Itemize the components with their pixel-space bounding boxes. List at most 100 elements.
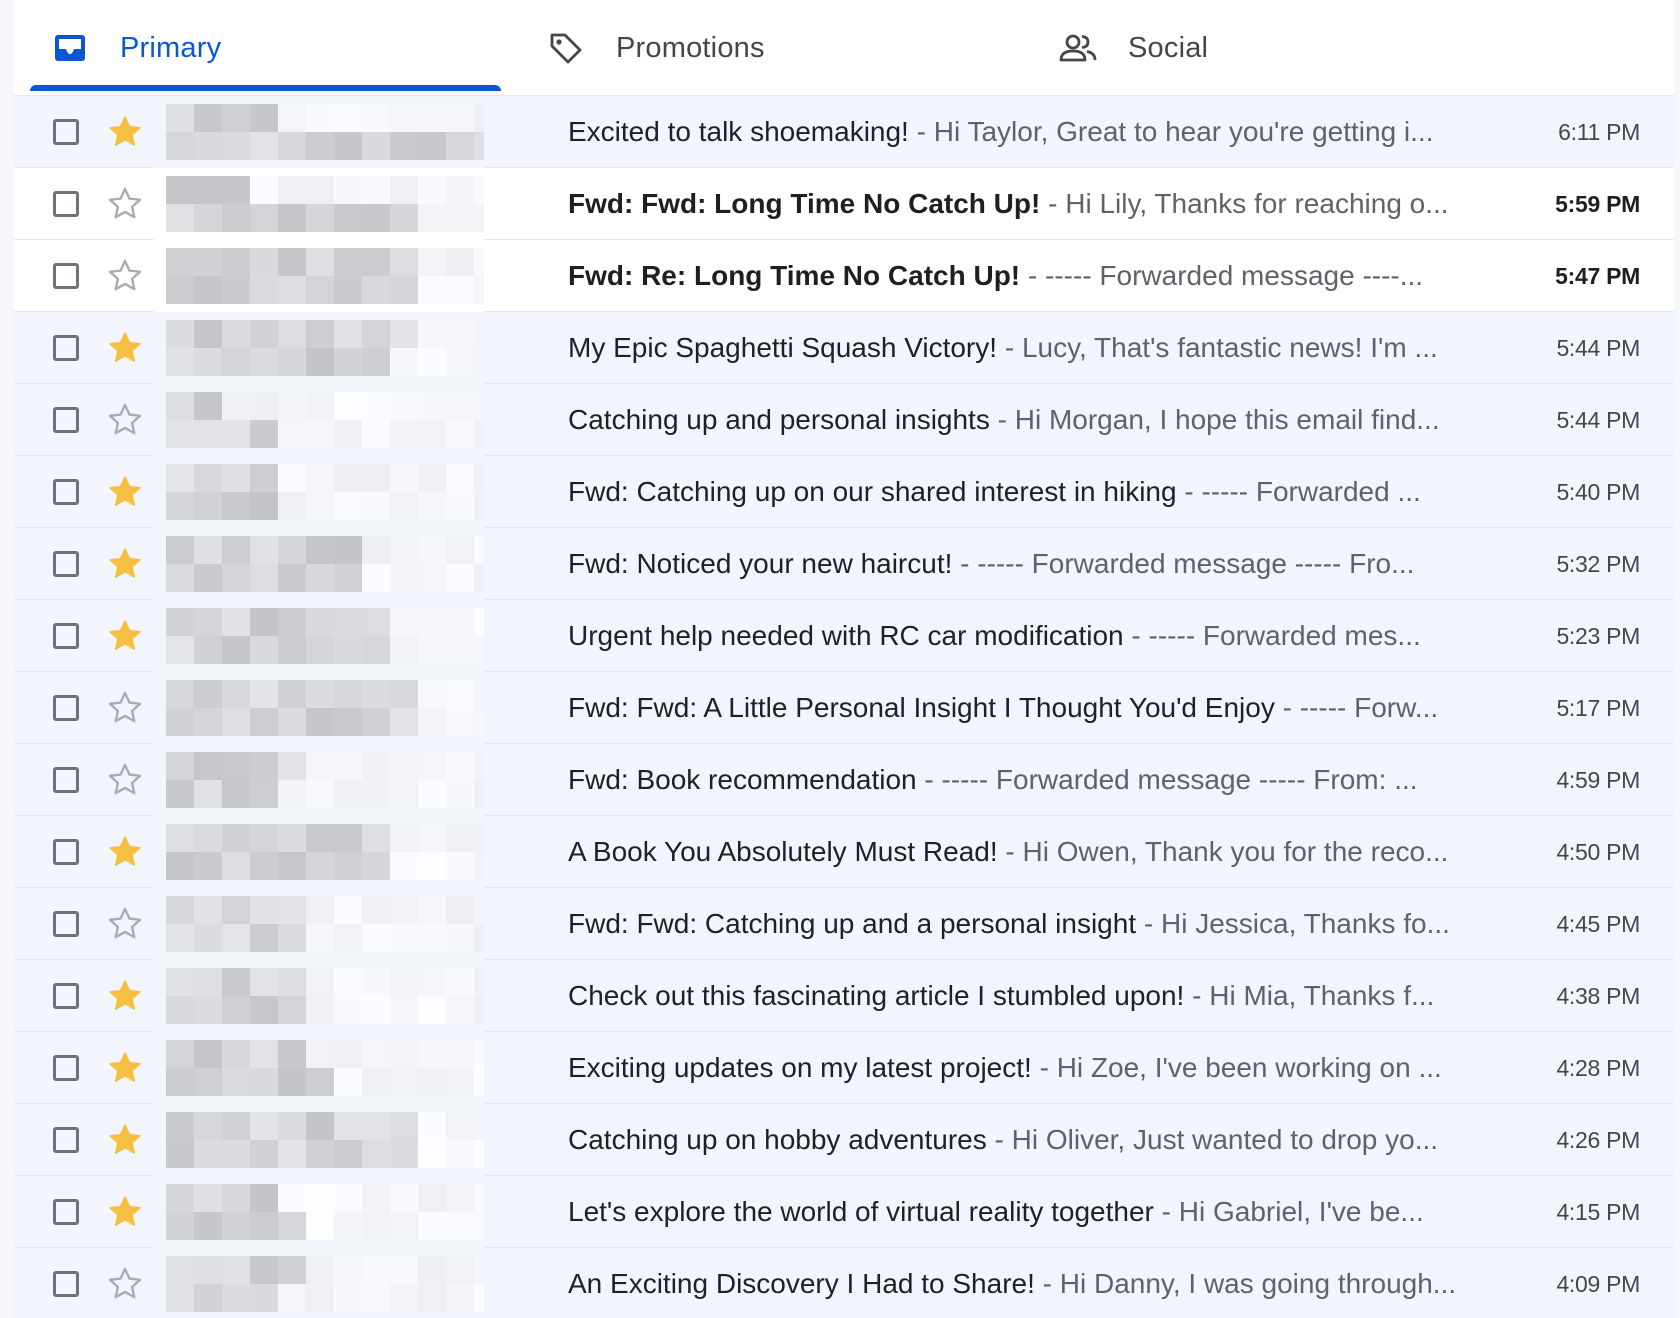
redaction-pixel <box>306 708 334 736</box>
email-row[interactable]: My Epic Spaghetti Squash Victory! - Lucy… <box>14 312 1674 384</box>
redaction-pixel <box>222 104 250 132</box>
email-row[interactable]: Catching up on hobby adventures - Hi Oli… <box>14 1104 1674 1176</box>
redaction-pixel <box>362 1256 390 1284</box>
redaction-pixel <box>362 636 390 664</box>
redaction-pixel <box>390 852 418 880</box>
email-row[interactable]: Check out this fascinating article I stu… <box>14 960 1674 1032</box>
redaction-pixel <box>362 824 390 852</box>
select-checkbox[interactable] <box>53 767 79 793</box>
redaction-pixel <box>334 924 362 952</box>
star-filled-icon[interactable] <box>107 1122 143 1158</box>
redaction-pixel <box>250 348 278 376</box>
redaction-pixel <box>306 204 334 232</box>
redaction-pixel <box>418 608 446 636</box>
redaction-pixel <box>222 276 250 304</box>
star-filled-icon[interactable] <box>107 546 143 582</box>
select-checkbox[interactable] <box>53 1127 79 1153</box>
email-subject: Fwd: Re: Long Time No Catch Up! <box>568 260 1021 291</box>
redaction-pixel <box>194 752 222 780</box>
redaction-pixel <box>194 824 222 852</box>
subject-separator: - <box>1274 692 1300 723</box>
email-row[interactable]: Fwd: Re: Long Time No Catch Up! - ----- … <box>14 240 1674 312</box>
email-row[interactable]: Fwd: Noticed your new haircut! - ----- F… <box>14 528 1674 600</box>
redaction-pixel <box>418 320 446 348</box>
email-row[interactable]: Fwd: Fwd: A Little Personal Insight I Th… <box>14 672 1674 744</box>
select-checkbox[interactable] <box>53 1055 79 1081</box>
star-filled-icon[interactable] <box>107 114 143 150</box>
star-filled-icon[interactable] <box>107 330 143 366</box>
star-filled-icon[interactable] <box>107 618 143 654</box>
star-outline-icon[interactable] <box>107 690 143 726</box>
select-checkbox[interactable] <box>53 911 79 937</box>
star-outline-icon[interactable] <box>107 186 143 222</box>
star-outline-icon[interactable] <box>107 258 143 294</box>
redaction-pixel <box>222 132 250 160</box>
select-checkbox[interactable] <box>53 479 79 505</box>
redaction-pixel <box>194 276 222 304</box>
subject-snippet: My Epic Spaghetti Squash Victory! - Lucy… <box>568 312 1478 384</box>
select-checkbox[interactable] <box>53 695 79 721</box>
email-row[interactable]: Urgent help needed with RC car modificat… <box>14 600 1674 672</box>
email-time: 5:59 PM <box>1555 191 1640 217</box>
redaction-pixel <box>474 752 484 780</box>
subject-separator: - <box>997 332 1022 363</box>
email-time: 4:50 PM <box>1556 839 1640 865</box>
star-outline-icon[interactable] <box>107 906 143 942</box>
email-row[interactable]: Exciting updates on my latest project! -… <box>14 1032 1674 1104</box>
email-subject: Exciting updates on my latest project! <box>568 1052 1032 1083</box>
redaction-pixel <box>278 780 306 808</box>
select-checkbox[interactable] <box>53 335 79 361</box>
star-filled-icon[interactable] <box>107 1050 143 1086</box>
redaction-pixel <box>278 708 306 736</box>
redaction-pixel <box>278 320 306 348</box>
redaction-pixel <box>222 1212 250 1240</box>
email-snippet: Hi Taylor, Great to hear you're getting … <box>933 116 1434 147</box>
redaction-pixel <box>334 104 362 132</box>
email-row[interactable]: An Exciting Discovery I Had to Share! - … <box>14 1248 1674 1318</box>
select-checkbox[interactable] <box>53 983 79 1009</box>
redaction-pixel <box>166 1284 194 1312</box>
email-row[interactable]: Fwd: Fwd: Long Time No Catch Up! - Hi Li… <box>14 168 1674 240</box>
redaction-pixel <box>278 1184 306 1212</box>
redaction-pixel <box>362 924 390 952</box>
email-row[interactable]: Fwd: Fwd: Catching up and a personal ins… <box>14 888 1674 960</box>
redaction-pixel <box>446 680 474 708</box>
select-checkbox[interactable] <box>53 263 79 289</box>
redaction-pixel <box>362 248 390 276</box>
redaction-pixel <box>418 852 446 880</box>
email-row[interactable]: Fwd: Book recommendation - ----- Forward… <box>14 744 1674 816</box>
select-checkbox[interactable] <box>53 191 79 217</box>
select-checkbox[interactable] <box>53 1199 79 1225</box>
redaction-pixel <box>446 104 474 132</box>
tab-primary[interactable]: Primary <box>14 0 504 96</box>
star-filled-icon[interactable] <box>107 1194 143 1230</box>
redaction-pixel <box>306 276 334 304</box>
email-subject: Check out this fascinating article I stu… <box>568 980 1185 1011</box>
select-checkbox[interactable] <box>53 551 79 577</box>
subject-snippet: Urgent help needed with RC car modificat… <box>568 600 1478 672</box>
select-checkbox[interactable] <box>53 1271 79 1297</box>
email-row[interactable]: Catching up and personal insights - Hi M… <box>14 384 1674 456</box>
redaction-pixel <box>418 824 446 852</box>
redaction-pixel <box>474 392 484 420</box>
tab-social[interactable]: Social <box>1010 0 1510 96</box>
select-checkbox[interactable] <box>53 839 79 865</box>
star-filled-icon[interactable] <box>107 834 143 870</box>
email-row[interactable]: Fwd: Catching up on our shared interest … <box>14 456 1674 528</box>
select-checkbox[interactable] <box>53 407 79 433</box>
select-checkbox[interactable] <box>53 119 79 145</box>
redaction-pixel <box>166 536 194 564</box>
email-row[interactable]: Let's explore the world of virtual reali… <box>14 1176 1674 1248</box>
star-filled-icon[interactable] <box>107 978 143 1014</box>
redaction-pixel <box>418 348 446 376</box>
tab-promotions[interactable]: Promotions <box>504 0 1010 96</box>
email-row[interactable]: A Book You Absolutely Must Read! - Hi Ow… <box>14 816 1674 888</box>
star-filled-icon[interactable] <box>107 474 143 510</box>
redaction-pixel <box>278 420 306 448</box>
star-outline-icon[interactable] <box>107 1266 143 1302</box>
select-checkbox[interactable] <box>53 623 79 649</box>
redaction-pixel <box>362 176 390 204</box>
star-outline-icon[interactable] <box>107 762 143 798</box>
star-outline-icon[interactable] <box>107 402 143 438</box>
email-row[interactable]: Excited to talk shoemaking! - Hi Taylor,… <box>14 96 1674 168</box>
